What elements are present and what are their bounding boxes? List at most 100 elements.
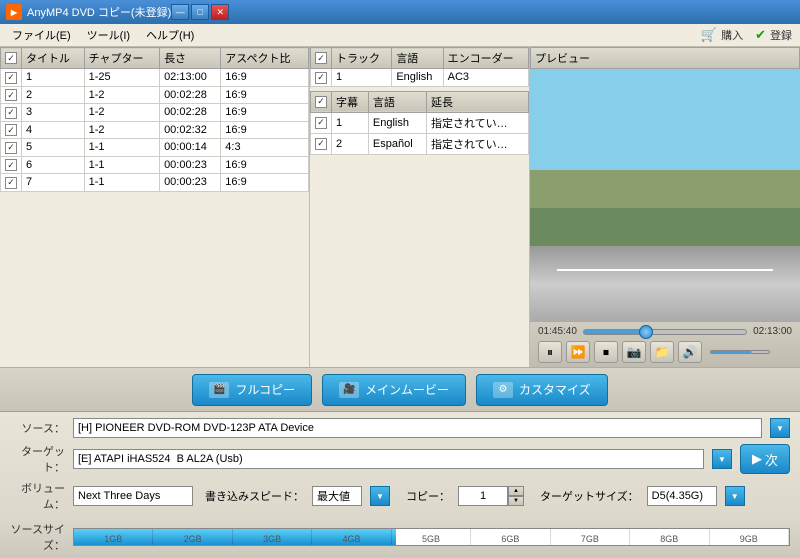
track-checkbox[interactable] bbox=[315, 72, 327, 84]
track-language: English bbox=[392, 69, 443, 87]
row-check[interactable] bbox=[1, 139, 22, 157]
progress-thumb[interactable] bbox=[639, 325, 653, 339]
row-checkbox[interactable] bbox=[5, 142, 17, 154]
row-aspect: 16:9 bbox=[221, 86, 309, 104]
row-check[interactable] bbox=[1, 86, 22, 104]
write-speed-dropdown[interactable]: ▼ bbox=[370, 486, 390, 506]
track-check[interactable] bbox=[311, 69, 332, 87]
bar-tick: 6GB bbox=[471, 529, 550, 545]
volume-input[interactable] bbox=[73, 486, 193, 506]
row-id: 1 bbox=[22, 69, 85, 87]
sub-select-all[interactable] bbox=[315, 96, 327, 108]
target-dropdown[interactable]: ▼ bbox=[712, 449, 732, 469]
col-track-check bbox=[311, 48, 332, 69]
bar-tick: 5GB bbox=[392, 529, 471, 545]
sub-check[interactable] bbox=[311, 112, 332, 133]
main-movie-icon: 🎥 bbox=[339, 382, 359, 398]
full-copy-icon: 🎬 bbox=[209, 382, 229, 398]
full-copy-button[interactable]: 🎬 フルコピー bbox=[192, 374, 312, 406]
purchase-button[interactable]: 🛒 購入 bbox=[701, 27, 743, 43]
track-encoder: AC3 bbox=[443, 69, 528, 87]
title-table: タイトル チャプター 長さ アスペクト比 1 1-25 02:13:00 16:… bbox=[0, 47, 309, 192]
col-encoder: エンコーダー bbox=[443, 48, 528, 69]
menu-tools[interactable]: ツール(I) bbox=[79, 25, 138, 45]
col-aspect: アスペクト比 bbox=[221, 48, 309, 69]
next-button[interactable]: ▶ 次 bbox=[740, 444, 790, 474]
col-sub-language: 言語 bbox=[368, 91, 426, 112]
volume-row: ボリューム： 書き込みスピード： ▼ コピー： ▲ ▼ ターゲットサイズ： ▼ bbox=[10, 480, 790, 512]
row-check[interactable] bbox=[1, 121, 22, 139]
row-checkbox[interactable] bbox=[5, 107, 17, 119]
copy-up[interactable]: ▲ bbox=[508, 486, 524, 496]
row-aspect: 16:9 bbox=[221, 156, 309, 174]
row-checkbox[interactable] bbox=[5, 159, 17, 171]
target-size-dropdown[interactable]: ▼ bbox=[725, 486, 745, 506]
table-row: 5 1-1 00:00:14 4:3 bbox=[1, 139, 309, 157]
folder-button[interactable]: 📁 bbox=[650, 341, 674, 363]
preview-image bbox=[530, 69, 800, 322]
col-track: トラック bbox=[332, 48, 392, 69]
row-aspect: 16:9 bbox=[221, 69, 309, 87]
forward-button[interactable]: ⏩ bbox=[566, 341, 590, 363]
bar-tick: 7GB bbox=[551, 529, 630, 545]
row-check[interactable] bbox=[1, 69, 22, 87]
select-all-checkbox[interactable] bbox=[5, 52, 17, 64]
size-bar-section: ソースサイズ： 1GB2GB3GB4GB5GB6GB7GB8GB9GB bbox=[0, 518, 800, 558]
stop-button[interactable]: ⏹ bbox=[594, 341, 618, 363]
volume-slider[interactable] bbox=[710, 350, 770, 354]
menu-file[interactable]: ファイル(E) bbox=[4, 25, 79, 45]
row-check[interactable] bbox=[1, 174, 22, 192]
main-movie-button[interactable]: 🎥 メインムービー bbox=[322, 374, 466, 406]
row-checkbox[interactable] bbox=[5, 89, 17, 101]
settings-area: ソース： ▼ ターゲット： ▼ ▶ 次 ボリューム： 書き込みスピード： ▼ コ… bbox=[0, 412, 800, 518]
progress-track[interactable] bbox=[583, 329, 747, 335]
topbar: 🛒 購入 ✔ 登録 bbox=[693, 24, 800, 46]
row-checkbox[interactable] bbox=[5, 72, 17, 84]
track-id: 1 bbox=[332, 69, 392, 87]
row-checkbox[interactable] bbox=[5, 177, 17, 189]
target-size-input[interactable] bbox=[647, 486, 717, 506]
write-speed-label: 書き込みスピード： bbox=[205, 488, 304, 504]
copy-down[interactable]: ▼ bbox=[508, 496, 524, 506]
row-id: 6 bbox=[22, 156, 85, 174]
customize-button[interactable]: ⚙ カスタマイズ bbox=[476, 374, 608, 406]
menubar: ファイル(E) ツール(I) ヘルプ(H) bbox=[0, 24, 693, 46]
sub-extension: 指定されてい… bbox=[426, 112, 528, 133]
bar-tick: 1GB bbox=[74, 529, 153, 545]
sub-checkbox[interactable] bbox=[315, 117, 327, 129]
row-aspect: 4:3 bbox=[221, 139, 309, 157]
register-button[interactable]: ✔ 登録 bbox=[755, 27, 792, 43]
maximize-button[interactable]: □ bbox=[191, 4, 209, 20]
sub-checkbox[interactable] bbox=[315, 138, 327, 150]
col-sub-check bbox=[311, 91, 332, 112]
screenshot-button[interactable]: 📷 bbox=[622, 341, 646, 363]
titlebar-title: AnyMP4 DVD コピー(未登録) bbox=[27, 4, 171, 20]
size-bar: 1GB2GB3GB4GB5GB6GB7GB8GB9GB bbox=[73, 528, 790, 546]
bar-tick: 9GB bbox=[710, 529, 789, 545]
row-check[interactable] bbox=[1, 104, 22, 122]
track-select-all[interactable] bbox=[315, 52, 327, 64]
bar-tick: 2GB bbox=[153, 529, 232, 545]
copy-input[interactable] bbox=[458, 486, 508, 506]
row-id: 7 bbox=[22, 174, 85, 192]
row-checkbox[interactable] bbox=[5, 124, 17, 136]
bar-ticks: 1GB2GB3GB4GB5GB6GB7GB8GB9GB bbox=[74, 529, 789, 545]
close-button[interactable]: ✕ bbox=[211, 4, 229, 20]
row-id: 3 bbox=[22, 104, 85, 122]
row-aspect: 16:9 bbox=[221, 121, 309, 139]
col-subtitle: 字幕 bbox=[332, 91, 369, 112]
target-input[interactable] bbox=[73, 449, 704, 469]
write-speed-input[interactable] bbox=[312, 486, 362, 506]
menu-help[interactable]: ヘルプ(H) bbox=[138, 25, 202, 45]
titlebar-controls: — □ ✕ bbox=[171, 4, 229, 20]
row-check[interactable] bbox=[1, 156, 22, 174]
sub-check[interactable] bbox=[311, 133, 332, 154]
source-dropdown[interactable]: ▼ bbox=[770, 418, 790, 438]
track-section: トラック 言語 エンコーダー 1 English AC3 bbox=[310, 47, 529, 87]
pause-button[interactable]: ⏸ bbox=[538, 341, 562, 363]
source-input[interactable] bbox=[73, 418, 762, 438]
next-arrow-icon: ▶ bbox=[752, 451, 762, 467]
volume-button[interactable]: 🔊 bbox=[678, 341, 702, 363]
minimize-button[interactable]: — bbox=[171, 4, 189, 20]
col-title: タイトル bbox=[22, 48, 85, 69]
